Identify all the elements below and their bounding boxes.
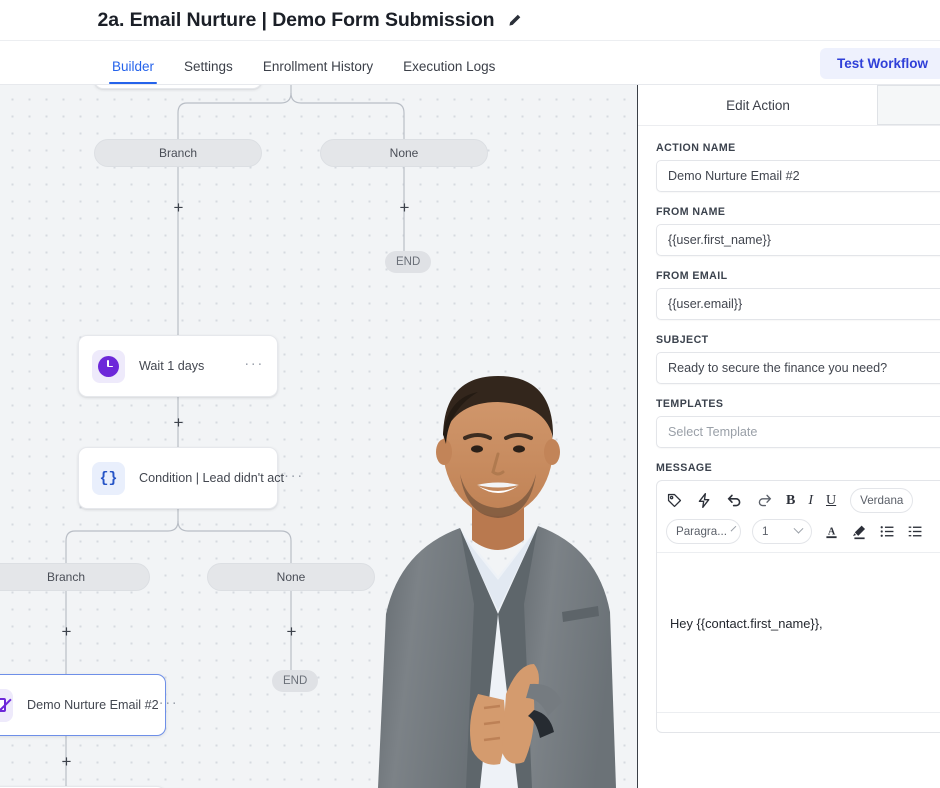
workflow-node-email-menu[interactable]: ··· [159,695,179,710]
from-name-input[interactable]: {{user.first_name}} [656,224,940,256]
message-body-editor[interactable]: Hey {{contact.first_name}}, This is {{cu… [657,552,940,712]
edit-action-panel: Edit Action ACTION NAME Demo Nurture Ema… [637,85,940,788]
tabs-list: Builder Settings Enrollment History Exec… [0,41,510,84]
bold-icon[interactable]: B [786,493,795,509]
workflow-node-wait-menu[interactable]: ··· [244,356,264,371]
font-family-select[interactable]: Verdana [850,488,914,513]
workflow-node-wait[interactable]: Wait 1 days ··· [78,335,278,397]
field-from-email: FROM EMAIL {{user.email}} [656,270,940,320]
templates-select[interactable]: Select Template [656,416,940,448]
branch-pill-2[interactable]: Branch [0,563,150,591]
none-pill-1[interactable]: None [320,139,488,167]
branch-pill-1[interactable]: Branch [94,139,262,167]
tab-execution-logs[interactable]: Execution Logs [388,41,510,84]
braces-icon: {} [92,461,125,495]
title-wrap: 2a. Email Nurture | Demo Form Submission [98,9,523,32]
tab-settings[interactable]: Settings [169,41,248,84]
lightning-icon[interactable] [696,492,713,509]
field-message: MESSAGE B I U Verdana Paragra... 1 A Hey… [656,462,940,733]
add-step-plus-4[interactable]: + [58,623,75,640]
panel-form: ACTION NAME Demo Nurture Email #2 FROM N… [638,126,940,733]
bulleted-list-icon[interactable] [879,523,896,540]
field-from-name: FROM NAME {{user.first_name}} [656,206,940,256]
field-subject: SUBJECT Ready to secure the finance you … [656,334,940,384]
title-bar: 2a. Email Nurture | Demo Form Submission [0,0,940,41]
workflow-node-email-label: Demo Nurture Email #2 [27,698,159,712]
from-email-input[interactable]: {{user.email}} [656,288,940,320]
add-step-plus-3[interactable]: + [170,414,187,431]
redo-icon[interactable] [756,492,773,509]
clock-icon [92,349,125,383]
chevron-down-icon-2 [793,523,804,534]
editor-toolbar-row-1: B I U Verdana [657,481,940,517]
numbered-list-icon[interactable] [907,523,924,540]
message-gap-1 [670,681,940,704]
presenter-video-overlay [348,364,648,788]
field-from-name-label: FROM NAME [656,206,726,218]
pencil-icon[interactable] [507,13,522,28]
field-action-name: ACTION NAME Demo Nurture Email #2 [656,142,940,192]
field-action-name-label: ACTION NAME [656,142,736,154]
tab-enrollment-history[interactable]: Enrollment History [248,41,388,84]
workflow-node-partial-top[interactable] [94,85,262,89]
tab-builder[interactable]: Builder [97,41,169,84]
undo-icon[interactable] [726,492,743,509]
tag-icon[interactable] [666,492,683,509]
end-pill-2: END [272,670,319,692]
add-step-plus-5[interactable]: + [283,623,300,640]
workflow-builder-app: 2a. Email Nurture | Demo Form Submission… [0,0,940,788]
workflow-node-email-selected[interactable]: Demo Nurture Email #2 ··· [0,674,177,736]
add-step-plus-1[interactable]: + [170,199,187,216]
tabs-bar: Builder Settings Enrollment History Exec… [0,41,940,85]
field-templates: TEMPLATES Select Template [656,398,940,448]
field-subject-label: SUBJECT [656,334,709,346]
workflow-node-condition-1-menu[interactable]: ··· [284,468,304,483]
message-editor: B I U Verdana Paragra... 1 A Hey {{conta… [656,480,940,733]
panel-title: Edit Action [726,97,790,113]
page-title: 2a. Email Nurture | Demo Form Submission [97,8,495,31]
envelope-icon [0,688,13,722]
editor-footer [657,712,940,732]
panel-header: Edit Action [638,85,940,126]
chevron-down-icon [730,525,737,532]
subject-input[interactable]: Ready to secure the finance you need? [656,352,940,384]
font-size-select[interactable]: 1 [752,519,812,544]
workflow-node-condition-1-label: Condition | Lead didn't act [139,471,285,485]
underline-icon[interactable]: U [826,493,836,509]
workflow-node-condition-1[interactable]: {} Condition | Lead didn't act ··· [78,447,302,509]
svg-text:A: A [828,526,836,537]
field-from-email-label: FROM EMAIL [656,270,728,282]
action-name-input[interactable]: Demo Nurture Email #2 [656,160,940,192]
add-step-plus-2[interactable]: + [396,199,413,216]
test-workflow-button[interactable]: Test Workflow [819,48,940,79]
field-templates-label: TEMPLATES [656,398,724,410]
text-color-icon[interactable]: A [823,523,840,541]
italic-icon[interactable]: I [808,493,813,509]
add-step-plus-6[interactable]: + [58,753,75,770]
workflow-node-wait-label: Wait 1 days [139,359,205,373]
panel-header-action-button[interactable] [877,85,940,125]
highlight-icon[interactable] [851,523,868,541]
paragraph-style-select[interactable]: Paragra... [666,519,741,544]
editor-toolbar-row-2: Paragra... 1 A [657,517,940,552]
field-message-label: MESSAGE [656,462,713,474]
end-pill-1: END [385,251,432,273]
message-line-1: Hey {{contact.first_name}}, [670,616,823,631]
